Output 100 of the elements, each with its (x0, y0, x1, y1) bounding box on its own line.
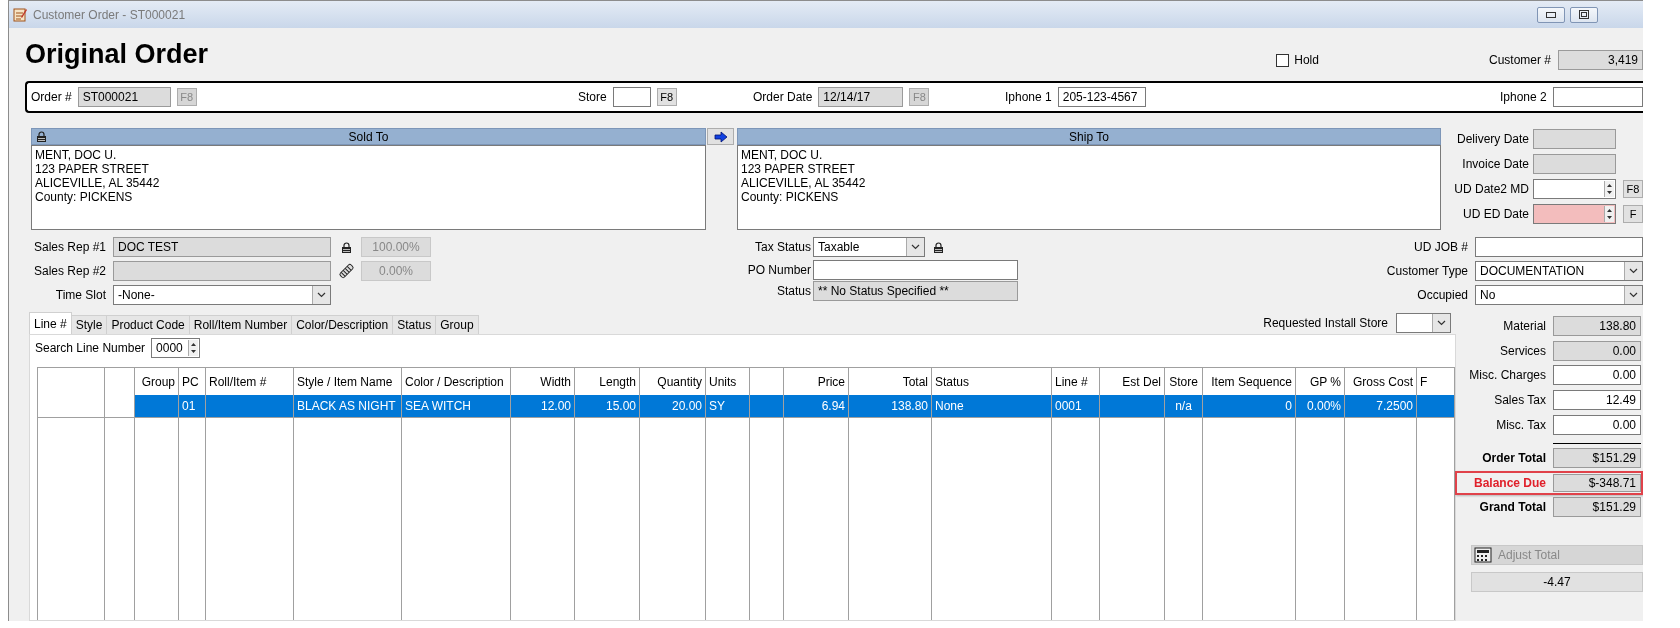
table-cell: SY (705, 395, 750, 418)
text-field[interactable]: 12/14/17 (818, 87, 904, 107)
address-line: ALICEVILLE, AL 35442 (741, 176, 867, 190)
table-cell: 01 (178, 395, 206, 418)
field-label: Search Line Number (35, 341, 146, 355)
f8-button[interactable]: F8 (1623, 179, 1643, 198)
tab[interactable]: Status (392, 315, 437, 334)
text-field[interactable] (113, 261, 331, 281)
field-label: Misc. Charges (1468, 368, 1546, 383)
text-field[interactable] (1552, 87, 1643, 107)
amount-field[interactable]: 0.00 (1553, 365, 1641, 386)
lock-icon (933, 241, 944, 253)
field-label: UD ED Date (1461, 206, 1529, 221)
chevron-down-icon (1629, 292, 1638, 298)
text-field[interactable] (1475, 237, 1643, 257)
field-label: Customer Type (1385, 264, 1468, 278)
tab[interactable]: Product Code (106, 315, 190, 334)
amount-field[interactable]: $-348.71 (1553, 473, 1641, 492)
text-field[interactable]: ST000021 (77, 87, 171, 107)
hold-checkbox[interactable]: Hold (1276, 53, 1319, 67)
copy-address-button[interactable] (707, 128, 734, 145)
address-box[interactable]: MENT, DOC U. 123 PAPER STREET ALICEVILLE, AL 35442 County: PICKENS (31, 145, 706, 230)
address-line: 123 PAPER STREET (35, 162, 150, 176)
date-field[interactable] (1533, 203, 1616, 224)
field-label: Sales Tax (1493, 393, 1546, 408)
amount-field[interactable]: 12.49 (1553, 390, 1641, 411)
amount-field[interactable]: 0.00 (1553, 340, 1641, 361)
table-cell: 6.94 (783, 395, 849, 418)
page-heading: Original Order (25, 38, 210, 70)
maximize-icon (1579, 10, 1589, 19)
table-cell: 7.2500 (1344, 395, 1417, 418)
minimize-icon (1546, 11, 1556, 18)
text-field[interactable]: DOC TEST (113, 237, 331, 257)
table-cell: 0001 (1051, 395, 1100, 418)
field-label: Material (1502, 319, 1546, 334)
field-label: UD JOB # (1413, 240, 1468, 254)
field-label: Store (578, 90, 607, 104)
tab[interactable]: Roll/Item Number (188, 315, 293, 334)
tab[interactable]: Line # (29, 312, 72, 334)
field-label: Occupied (1416, 288, 1468, 302)
table-cell: 0 (1202, 395, 1296, 418)
field-label: Iphone 2 (1500, 90, 1547, 104)
text-field[interactable] (813, 259, 1018, 280)
field-label: Order # (31, 90, 72, 104)
address-line: County: PICKENS (35, 190, 134, 204)
field-label: Order Total (1481, 451, 1546, 466)
amount-field[interactable]: 138.80 (1553, 316, 1641, 337)
date-field[interactable] (1533, 178, 1616, 199)
address-line: ALICEVILLE, AL 35442 (35, 176, 161, 190)
dropdown[interactable]: -None- (113, 285, 331, 305)
field-label: Iphone 1 (1005, 90, 1052, 104)
customer-number-field[interactable]: 3,419 (1558, 50, 1643, 70)
status-field[interactable]: ** No Status Specified ** (813, 280, 1018, 301)
table-cell: SEA WITCH (401, 395, 511, 418)
table-row[interactable]: 01 BLACK AS NIGHT SEA WITCH 12.00 15.00 20.00 SY 6.94 138.80 None 0001 n/a 0 0.00% 7.2500 (37, 395, 1455, 418)
adjustment-field: -4.47 (1471, 572, 1643, 593)
address-line: MENT, DOC U. (741, 148, 824, 162)
field-label: Balance Due (1472, 475, 1546, 490)
field-label: Misc. Tax (1495, 417, 1546, 432)
address-line: County: PICKENS (741, 190, 840, 204)
field-label: PO Number (746, 262, 811, 277)
amount-field[interactable]: $151.29 (1553, 496, 1641, 517)
percent-field: 100.00% (361, 237, 431, 257)
maximize-button[interactable] (1570, 6, 1598, 23)
amount-field[interactable]: $151.29 (1553, 448, 1641, 469)
table-cell: 20.00 (639, 395, 706, 418)
chevron-down-icon (1437, 320, 1446, 326)
address-line: 123 PAPER STREET (741, 162, 856, 176)
dropdown[interactable]: No (1475, 285, 1643, 305)
field-label: Invoice Date (1461, 156, 1529, 171)
table-cell: None (931, 395, 1052, 418)
f8-button[interactable]: F (1623, 204, 1643, 223)
field-label: Sales Rep #2 (32, 264, 106, 278)
table-cell: 0.00% (1295, 395, 1345, 418)
number-field[interactable]: 0000 (151, 338, 201, 358)
dropdown[interactable]: Taxable (813, 237, 925, 257)
tab[interactable]: Color/Description (291, 315, 394, 334)
address-box[interactable]: MENT, DOC U. 123 PAPER STREET ALICEVILLE, AL 35442 County: PICKENS (737, 145, 1441, 230)
lock-icon (36, 131, 47, 142)
spinner-arrows-icon (189, 340, 199, 356)
minimize-button[interactable] (1537, 6, 1565, 23)
field-label: Grand Total (1478, 499, 1546, 514)
section-title: Sold To (348, 129, 389, 144)
dropdown[interactable] (1396, 313, 1451, 333)
text-field[interactable]: 205-123-4567 (1057, 87, 1146, 107)
chevron-down-icon (911, 244, 920, 250)
field-label: Sales Rep #1 (32, 240, 106, 254)
lock-icon (341, 241, 352, 253)
date-field[interactable] (1533, 128, 1616, 149)
date-field[interactable] (1533, 153, 1616, 174)
section-title: Ship To (1069, 129, 1109, 144)
chevron-down-icon (317, 292, 326, 298)
percent-field: 0.00% (361, 261, 431, 281)
text-field[interactable] (612, 87, 651, 107)
tab[interactable]: Group (435, 315, 479, 334)
dropdown[interactable]: DOCUMENTATION (1475, 261, 1643, 281)
right-arrow-icon (713, 130, 728, 143)
amount-field[interactable]: 0.00 (1553, 414, 1641, 435)
f8-button[interactable]: F8 (656, 88, 677, 106)
field-label: Status (775, 283, 811, 298)
